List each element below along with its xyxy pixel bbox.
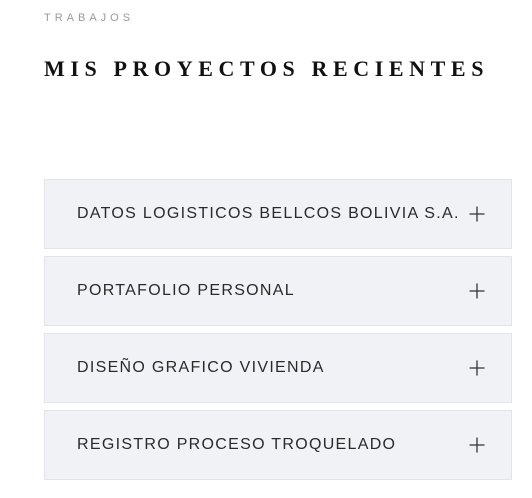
- accordion-item-diseno-grafico[interactable]: DISEÑO GRAFICO VIVIENDA: [44, 333, 512, 403]
- section-title: MIS PROYECTOS RECIENTES: [44, 56, 490, 81]
- accordion-item-label: DISEÑO GRAFICO VIVIENDA: [77, 359, 325, 376]
- accordion-item-datos-logisticos[interactable]: DATOS LOGISTICOS BELLCOS BOLIVIA S.A.: [44, 179, 512, 249]
- accordion-item-label: REGISTRO PROCESO TROQUELADO: [77, 436, 397, 453]
- section-eyebrow: TRABAJOS: [44, 12, 135, 24]
- plus-icon[interactable]: [469, 437, 485, 453]
- accordion-item-portafolio-personal[interactable]: PORTAFOLIO PERSONAL: [44, 256, 512, 326]
- accordion-item-label: PORTAFOLIO PERSONAL: [77, 282, 295, 299]
- projects-accordion: DATOS LOGISTICOS BELLCOS BOLIVIA S.A. PO…: [44, 179, 512, 487]
- accordion-item-registro-proceso[interactable]: REGISTRO PROCESO TROQUELADO: [44, 410, 512, 480]
- plus-icon[interactable]: [469, 206, 485, 222]
- plus-icon[interactable]: [469, 283, 485, 299]
- plus-icon[interactable]: [469, 360, 485, 376]
- accordion-item-label: DATOS LOGISTICOS BELLCOS BOLIVIA S.A.: [77, 205, 460, 222]
